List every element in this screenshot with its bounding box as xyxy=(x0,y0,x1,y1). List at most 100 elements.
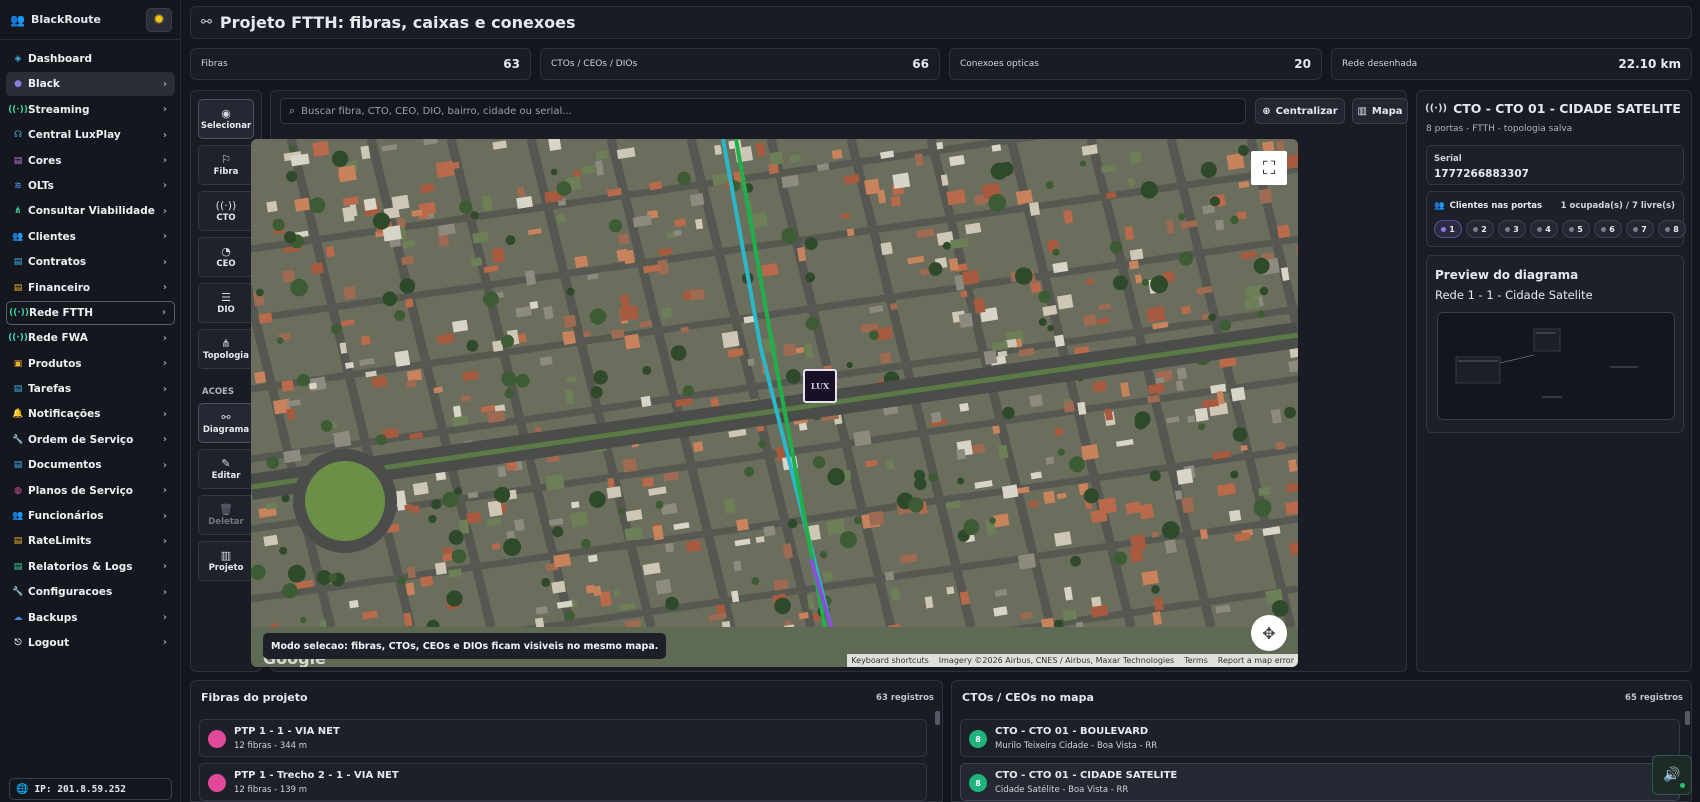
satellite-map[interactable]: LUX ⛶ ✥ Google Modo selecao: fibras, CTO… xyxy=(251,139,1298,667)
chevron-right-icon: › xyxy=(161,307,166,319)
chevron-right-icon: › xyxy=(162,383,167,395)
tool-deletar[interactable]: 🗑 Deletar xyxy=(198,495,254,535)
map-imagery xyxy=(251,139,1298,627)
sidebar-item-planos-de-servi-o[interactable]: ◍ Planos de Serviço › xyxy=(6,479,175,503)
nav-icon: 🔧 xyxy=(12,587,24,598)
nav-icon: 👥 xyxy=(12,231,24,242)
chevron-right-icon: › xyxy=(162,231,167,243)
fullscreen-button[interactable]: ⛶ xyxy=(1251,151,1287,185)
keyboard-shortcuts-link[interactable]: Keyboard shortcuts xyxy=(851,656,928,665)
sidebar-item-relatorios-logs[interactable]: ▤ Relatorios & Logs › xyxy=(6,555,175,579)
search-input[interactable] xyxy=(301,105,1222,117)
sidebar-item-documentos[interactable]: ▤ Documentos › xyxy=(6,453,175,477)
tool-diagrama[interactable]: ⚯ Diagrama xyxy=(198,403,254,443)
sidebar-item-ordem-de-servi-o[interactable]: 🔧 Ordem de Serviço › xyxy=(6,428,175,452)
fibers-scrollbar[interactable] xyxy=(935,711,940,725)
tool-dio[interactable]: ☰ DIO xyxy=(198,283,254,323)
sitemap-icon: ⋔ xyxy=(221,337,231,350)
tool-topologia[interactable]: ⋔ Topologia xyxy=(198,329,254,369)
serial-label: Serial xyxy=(1434,154,1462,164)
stat-rede: Rede desenhada 22.10 km xyxy=(1331,48,1692,80)
camera-control-button[interactable]: ✥ xyxy=(1251,615,1287,651)
sidebar-item-rede-ftth[interactable]: ((·)) Rede FTTH › xyxy=(6,300,175,325)
report-error-link[interactable]: Report a map error xyxy=(1218,656,1294,665)
list-item[interactable]: PTP 1 - 1 - VIA NET 12 fibras - 344 m xyxy=(199,719,927,757)
port-status-dot xyxy=(1633,226,1639,232)
port-7[interactable]: 7 xyxy=(1626,220,1654,238)
ctos-scrollbar[interactable] xyxy=(1685,711,1690,725)
page-header: ⚯ Projeto FTTH: fibras, caixas e conexoe… xyxy=(190,6,1692,39)
diagram-thumbnail xyxy=(1455,328,1638,398)
port-2[interactable]: 2 xyxy=(1466,220,1494,238)
chevron-right-icon: › xyxy=(162,180,167,192)
sidebar-item-cores[interactable]: ▤ Cores › xyxy=(6,149,175,173)
nav-icon: ≋ xyxy=(14,180,22,191)
port-1[interactable]: 1 xyxy=(1434,220,1462,238)
chevron-right-icon: › xyxy=(162,205,167,217)
sidebar-item-label: Streaming xyxy=(28,103,90,116)
sidebar-item-backups[interactable]: ☁ Backups › xyxy=(6,606,175,630)
sidebar-item-logout[interactable]: ⎋ Logout › xyxy=(6,631,175,655)
diagram-preview[interactable] xyxy=(1437,312,1675,420)
sidebar-item-produtos[interactable]: ▣ Produtos › xyxy=(6,352,175,376)
clients-label: 👥 Clientes nas portas xyxy=(1434,201,1542,211)
port-8[interactable]: 8 xyxy=(1658,220,1686,238)
tool-cto[interactable]: ((·)) CTO xyxy=(198,191,254,231)
sidebar-item-black[interactable]: ● Black › xyxy=(6,72,175,97)
sidebar-item-funcion-rios[interactable]: 👥 Funcionários › xyxy=(6,504,175,528)
nav-icon: ◍ xyxy=(14,485,22,496)
sidebar-item-contratos[interactable]: ▤ Contratos › xyxy=(6,250,175,274)
tool-ceo[interactable]: ◔ CEO xyxy=(198,237,254,277)
tool-selecionar[interactable]: ◉ Selecionar xyxy=(198,99,254,139)
mapa-button[interactable]: ▥ Mapa xyxy=(1352,98,1408,124)
mode-badge: Modo selecao: fibras, CTOs, CEOs e DIOs … xyxy=(263,633,667,659)
sound-button[interactable]: 🔊 xyxy=(1652,755,1692,795)
tool-projeto[interactable]: ▥ Projeto xyxy=(198,541,254,581)
target-icon: ⊕ xyxy=(1262,105,1271,117)
port-3[interactable]: 3 xyxy=(1498,220,1526,238)
tool-label: Selecionar xyxy=(200,121,252,131)
sidebar-item-label: Rede FWA xyxy=(28,332,88,345)
list-item[interactable]: 8 CTO - CTO 01 - CIDADE SATELITE Cidade … xyxy=(960,763,1680,801)
globe-icon: 🌐 xyxy=(16,783,29,795)
satellite-icon: ◔ xyxy=(221,245,231,258)
sidebar-item-label: Backups xyxy=(28,611,78,624)
list-item[interactable]: PTP 1 - Trecho 2 - 1 - VIA NET 12 fibras… xyxy=(199,763,927,801)
app: 👥 BlackRoute ✹ ◈ Dashboard ● Black › ((·)) Str… xyxy=(0,0,1700,802)
sidebar-item-ratelimits[interactable]: ▤ RateLimits › xyxy=(6,529,175,553)
port-status-dot xyxy=(1441,226,1447,232)
fibers-list-panel: Fibras do projeto 63 registros PTP 1 - 1… xyxy=(190,680,943,802)
tool-fibra[interactable]: ⚐ Fibra xyxy=(198,145,254,185)
sidebar-item-financeiro[interactable]: ▤ Financeiro › xyxy=(6,276,175,300)
theme-toggle-button[interactable]: ✹ xyxy=(146,8,172,32)
port-5[interactable]: 5 xyxy=(1562,220,1590,238)
chevron-right-icon: › xyxy=(162,282,167,294)
sidebar-item-label: Configuracoes xyxy=(28,586,113,599)
sidebar-item-central-luxplay[interactable]: ☊ Central LuxPlay › xyxy=(6,123,175,147)
imagery-credit: Imagery ©2026 Airbus, CNES / Airbus, Max… xyxy=(938,656,1175,665)
tool-label: CTO xyxy=(216,213,236,223)
sidebar-item-consultar-viabilidade[interactable]: ⋔ Consultar Viabilidade › xyxy=(6,199,175,223)
sidebar-item-label: Logout xyxy=(28,636,70,649)
sidebar-item-notifica-es[interactable]: 🔔 Notificações › xyxy=(6,402,175,426)
chevron-right-icon: › xyxy=(162,586,167,598)
sidebar-item-label: Documentos xyxy=(28,459,102,472)
sidebar-item-configuracoes[interactable]: 🔧 Configuracoes › xyxy=(6,580,175,604)
sidebar-item-label: Black xyxy=(28,78,60,91)
tool-editar[interactable]: ✎ Editar xyxy=(198,449,254,489)
list-item[interactable]: 8 CTO - CTO 01 - BOULEVARD Murilo Teixei… xyxy=(960,719,1680,757)
port-6[interactable]: 6 xyxy=(1594,220,1622,238)
sidebar-item-dashboard[interactable]: ◈ Dashboard xyxy=(6,47,175,71)
cto-marker[interactable]: LUX xyxy=(803,369,837,403)
sidebar-item-olts[interactable]: ≋ OLTs › xyxy=(6,174,175,198)
sidebar-item-streaming[interactable]: ((·)) Streaming › xyxy=(6,98,175,122)
sidebar-item-rede-fwa[interactable]: ((·)) Rede FWA › xyxy=(6,326,175,350)
port-number: 4 xyxy=(1545,224,1551,234)
terms-link[interactable]: Terms xyxy=(1184,656,1208,665)
port-number: 2 xyxy=(1481,224,1487,234)
port-4[interactable]: 4 xyxy=(1530,220,1558,238)
centralizar-button[interactable]: ⊕ Centralizar xyxy=(1255,98,1345,124)
sidebar-item-clientes[interactable]: 👥 Clientes › xyxy=(6,225,175,249)
sidebar-item-tarefas[interactable]: ▤ Tarefas › xyxy=(6,377,175,401)
nav-icon: ((·)) xyxy=(9,307,29,318)
